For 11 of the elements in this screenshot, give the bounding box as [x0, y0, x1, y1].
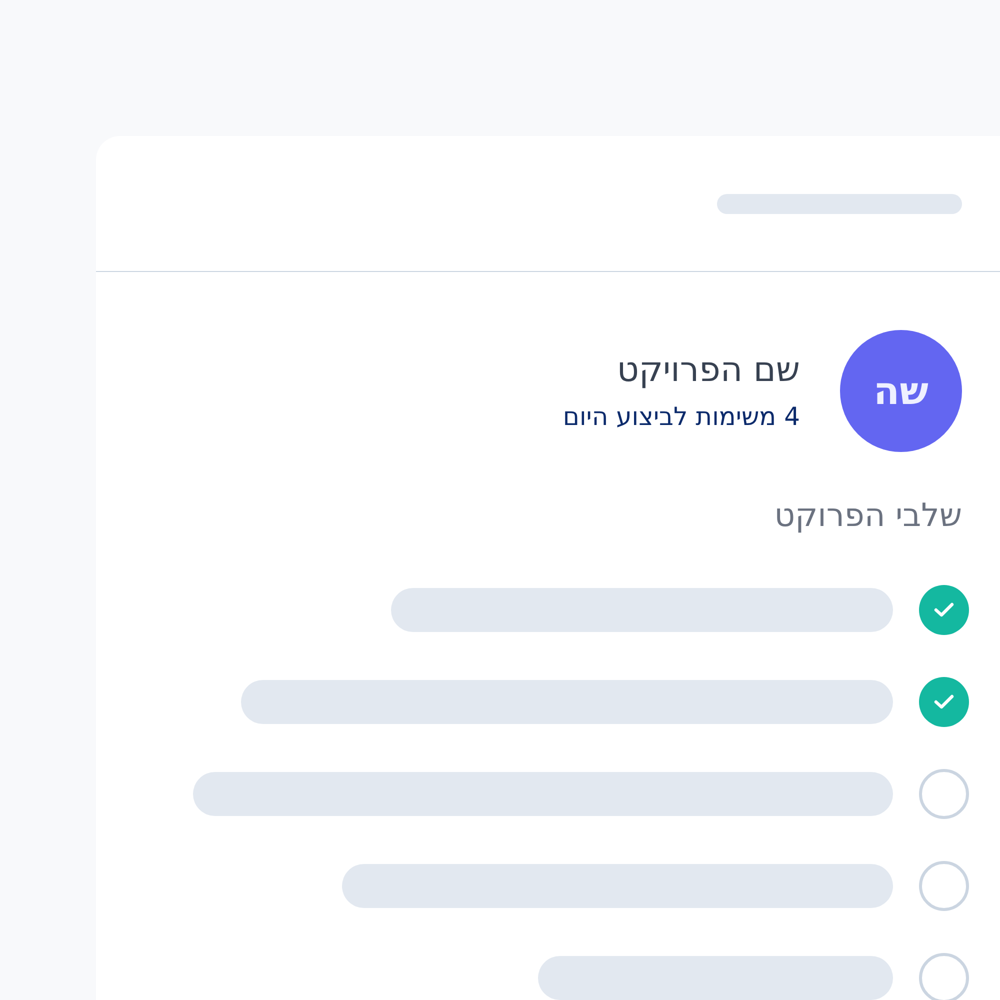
steps-heading: שלבי הפרוקט — [773, 498, 962, 534]
step-checkbox[interactable] — [919, 953, 969, 1000]
step-checkbox[interactable] — [919, 861, 969, 912]
check-icon — [934, 602, 954, 618]
project-avatar: שה — [840, 330, 962, 452]
step-checkbox[interactable] — [919, 769, 969, 820]
check-icon — [934, 694, 954, 710]
step-checkbox[interactable] — [919, 677, 969, 728]
project-subtitle: 4 משימות לביצוע היום — [562, 402, 800, 430]
project-title: שם הפרויקט — [616, 352, 800, 389]
step-checkbox[interactable] — [919, 585, 969, 636]
